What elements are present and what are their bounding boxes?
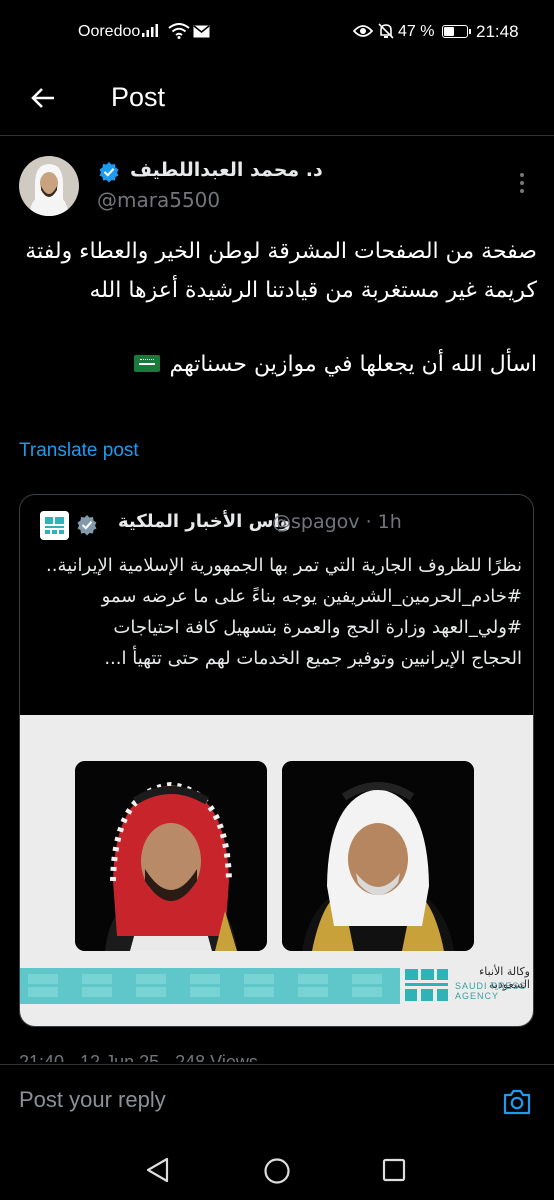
post-paragraph-text: اسأل الله أن يجعلها في موازين حسناتهم xyxy=(169,352,537,377)
spa-avatar-icon xyxy=(40,511,69,540)
battery-level xyxy=(444,27,454,36)
verified-gray-badge-icon xyxy=(77,515,97,536)
spa-pattern-band xyxy=(20,968,400,1004)
spa-agency-name-en: SAUDI PRESS AGENCY xyxy=(455,981,527,1001)
carrier-name: Ooredoo xyxy=(78,23,141,40)
bell-off-icon xyxy=(378,23,394,39)
system-nav-bar xyxy=(0,1139,554,1200)
clock: 21:48 xyxy=(476,22,519,41)
camera-button[interactable] xyxy=(501,1086,533,1118)
wifi-icon xyxy=(168,23,190,39)
post-text: صفحة من الصفحات المشرقة لوطن الخير والعط… xyxy=(19,232,537,384)
eye-icon xyxy=(353,25,373,37)
quoted-author-name: واس الأخبار الملكية xyxy=(118,511,291,532)
avatar[interactable] xyxy=(19,156,79,216)
battery-icon xyxy=(442,25,471,38)
signal-icon xyxy=(142,24,158,37)
quoted-handle-time: @spagov · 1h xyxy=(272,511,402,533)
more-options-button[interactable] xyxy=(514,170,530,196)
mail-icon xyxy=(193,25,210,38)
back-button[interactable] xyxy=(24,80,64,120)
nav-recent-icon[interactable] xyxy=(382,1158,406,1182)
quoted-text-line: نظرًا للظروف الجارية التي تمر بها الجمهو… xyxy=(46,555,522,576)
portrait-photo-left xyxy=(75,761,267,951)
quoted-post-text: نظرًا للظروف الجارية التي تمر بها الجمهو… xyxy=(28,550,522,674)
verified-badge-icon xyxy=(99,162,119,183)
portrait-photo-right xyxy=(282,761,474,951)
saudi-flag-icon xyxy=(134,355,161,372)
quoted-text-line: #ولي_العهد وزارة الحج والعمرة بتسهيل كاف… xyxy=(113,617,522,638)
reply-input[interactable]: Post your reply xyxy=(19,1087,166,1113)
author-handle[interactable]: @mara5500 xyxy=(97,188,220,212)
nav-back-icon[interactable] xyxy=(145,1157,171,1183)
quoted-text-line: الحجاج الإيرانيين وتوفير جميع الخدمات له… xyxy=(104,648,522,669)
post-paragraph: اسأل الله أن يجعلها في موازين حسناتهم xyxy=(19,345,537,384)
quoted-text-line: #خادم_الحرمين_الشريفين يوجه بناءً على ما… xyxy=(101,586,522,607)
spa-logo: وكالة الأنباء السعودية SAUDI PRESS AGENC… xyxy=(405,963,530,1008)
post-meta: 21:40 · 12 Jun 25 · 248 Views xyxy=(19,1052,258,1062)
top-bar: Post xyxy=(0,64,554,136)
quoted-post-image[interactable]: وكالة الأنباء السعودية SAUDI PRESS AGENC… xyxy=(20,715,533,1026)
camera-icon xyxy=(503,1089,531,1115)
post-paragraph: صفحة من الصفحات المشرقة لوطن الخير والعط… xyxy=(25,239,537,303)
more-vertical-icon xyxy=(520,173,524,193)
nav-home-icon[interactable] xyxy=(263,1157,291,1185)
status-bar: Ooredoo 47 % 21:48 xyxy=(0,0,554,64)
reply-bar: Post your reply xyxy=(0,1064,554,1140)
page-title: Post xyxy=(111,82,166,112)
translate-post-link[interactable]: Translate post xyxy=(19,440,139,462)
spa-logo-mark-icon xyxy=(405,969,448,1001)
author-name[interactable]: د. محمد العبداللطيف xyxy=(130,159,323,181)
battery-percent: 47 % xyxy=(398,23,435,40)
arrow-left-icon xyxy=(31,88,54,108)
quoted-post[interactable]: واس الأخبار الملكية @spagov · 1h نظرًا ل… xyxy=(19,494,534,1027)
